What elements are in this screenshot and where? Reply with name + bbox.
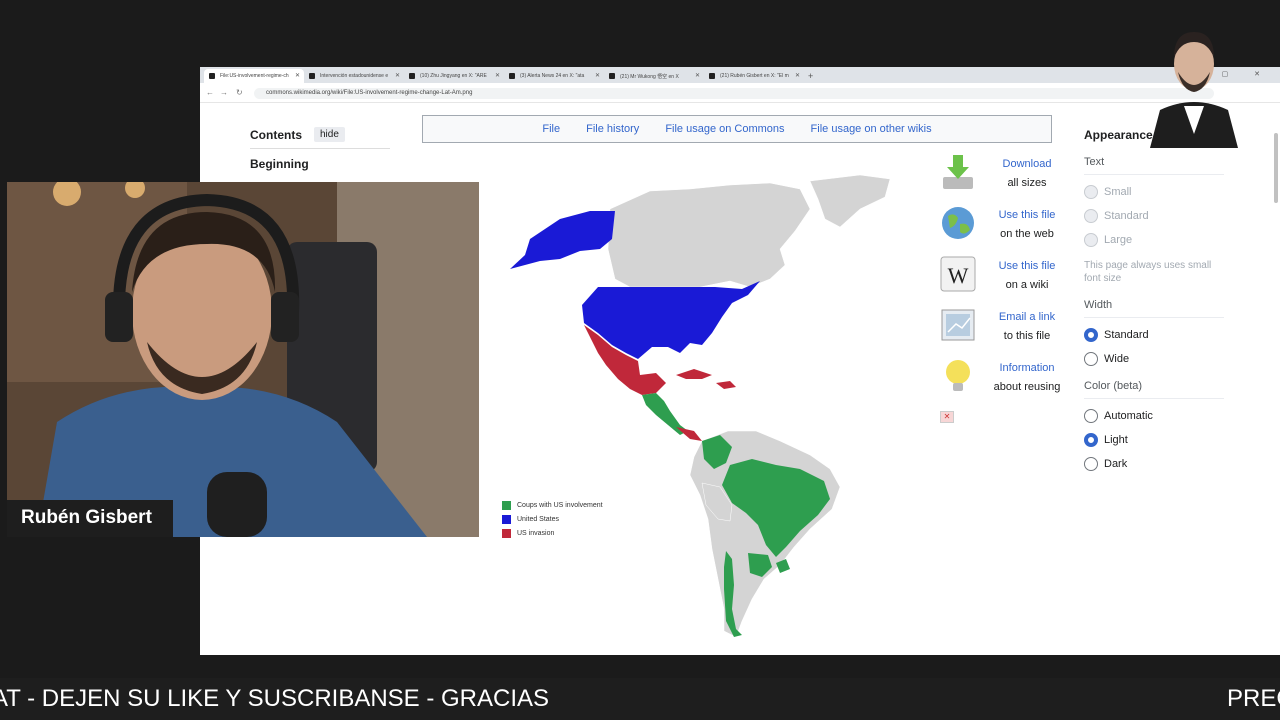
legend-item: United States (502, 515, 603, 524)
favicon-icon (309, 73, 315, 79)
appearance-panel: Appearance hide Text Small Standard Larg… (1084, 127, 1224, 471)
greenland-shape (809, 174, 891, 228)
radio-indicator (1084, 233, 1098, 247)
hispaniola-shape (716, 381, 736, 389)
radio-indicator (1084, 352, 1098, 366)
tab-file-usage-other-wikis[interactable]: File usage on other wikis (811, 123, 932, 135)
close-tab-icon[interactable]: ✕ (295, 72, 300, 79)
alaska-shape (510, 211, 615, 269)
ticker-text: AT - DEJEN SU LIKE Y SUSCRIBANSE - GRACI… (0, 685, 550, 712)
tab-bar: File:US-involvement-regime-ch ✕ Intervenc… (200, 67, 1280, 83)
use-on-web-action[interactable]: Use this file on the web (938, 204, 1068, 255)
address-bar-row: ← → ↻ commons.wikimedia.org/wiki/File:US… (200, 83, 1280, 103)
file-tabs: File File history File usage on Commons … (422, 115, 1052, 143)
favicon-icon (609, 73, 615, 79)
legend-swatch-us (502, 515, 511, 524)
close-tab-icon[interactable]: ✕ (795, 72, 800, 79)
url-field[interactable]: commons.wikimedia.org/wiki/File:US-invol… (254, 88, 1214, 99)
radio-indicator (1084, 209, 1098, 223)
radio-indicator (1084, 185, 1098, 199)
forward-icon[interactable]: → (220, 88, 228, 97)
webcam-feed (7, 182, 479, 537)
email-icon (941, 309, 975, 341)
color-dark-radio[interactable]: Dark (1084, 457, 1224, 471)
globe-icon (942, 207, 974, 239)
download-icon (943, 155, 973, 189)
download-action[interactable]: Download all sizes (938, 153, 1068, 204)
browser-tab[interactable]: (10) Zhu Jingyang en X: "ARE ✕ (404, 69, 504, 83)
favicon-icon (709, 73, 715, 79)
tab-file-usage-commons[interactable]: File usage on Commons (665, 123, 784, 135)
divider (250, 148, 390, 149)
svg-text:W: W (948, 263, 969, 288)
width-standard-radio[interactable]: Standard (1084, 328, 1224, 342)
wikipedia-icon: W (940, 256, 976, 292)
reuse-info-action[interactable]: Information about reusing (938, 357, 1068, 408)
cuba-shape (676, 369, 712, 379)
webcam-name-label: Rubén Gisbert (7, 500, 173, 537)
favicon-icon (409, 73, 415, 79)
radio-indicator (1084, 457, 1098, 471)
radio-indicator-selected (1084, 328, 1098, 342)
text-size-note: This page always uses small font size (1084, 260, 1212, 284)
scrolling-ticker: AT - DEJEN SU LIKE Y SUSCRIBANSE - GRACI… (0, 678, 1280, 720)
toc-title: Contents (250, 127, 302, 142)
close-tab-icon[interactable]: ✕ (495, 72, 500, 79)
color-section-label: Color (beta) (1084, 380, 1224, 399)
broken-image-icon: ✕ (940, 411, 954, 423)
legend-swatch-invasion (502, 529, 511, 538)
tab-file[interactable]: File (542, 123, 560, 135)
legend-swatch-coups (502, 501, 511, 510)
reload-icon[interactable]: ↻ (236, 88, 243, 97)
toc-item-beginning[interactable]: Beginning (250, 157, 390, 171)
browser-tab[interactable]: (21) Mr Wukong 悟空 en X ✕ (604, 69, 704, 83)
ticker-next-text: PREC (1227, 685, 1280, 712)
map-legend: Coups with US involvement United States … (502, 501, 603, 543)
table-of-contents: Contents hide Beginning (250, 127, 390, 171)
favicon-icon (509, 73, 515, 79)
presenter-avatar (1150, 32, 1238, 148)
browser-tab[interactable]: Intervención estadounidense e ✕ (304, 69, 404, 83)
browser-tab[interactable]: (21) Rubén Gisbert en X: "El m ✕ (704, 69, 804, 83)
appearance-title: Appearance (1084, 127, 1153, 142)
legend-item: US invasion (502, 529, 603, 538)
favicon-icon (209, 73, 215, 79)
close-tab-icon[interactable]: ✕ (395, 72, 400, 79)
text-section-label: Text (1084, 156, 1224, 175)
legend-item: Coups with US involvement (502, 501, 603, 510)
stream-stage: File:US-involvement-regime-ch ✕ Intervenc… (0, 0, 1280, 720)
browser-tab[interactable]: (3) Alerta News 24 en X: "ata ✕ (504, 69, 604, 83)
email-link-action[interactable]: Email a link to this file (938, 306, 1068, 357)
use-on-wiki-action[interactable]: W Use this file on a wiki (938, 255, 1068, 306)
file-actions: Download all sizes Use this file on the we… (938, 153, 1068, 408)
color-automatic-radio[interactable]: Automatic (1084, 409, 1224, 423)
lightbulb-icon (946, 360, 970, 391)
width-section-label: Width (1084, 299, 1224, 318)
page-scrollbar[interactable] (1274, 133, 1278, 203)
back-icon[interactable]: ← (206, 88, 214, 97)
radio-indicator (1084, 409, 1098, 423)
close-tab-icon[interactable]: ✕ (695, 72, 700, 79)
color-light-radio[interactable]: Light (1084, 433, 1224, 447)
new-tab-button[interactable]: + (808, 69, 813, 83)
close-tab-icon[interactable]: ✕ (595, 72, 600, 79)
toc-hide-button[interactable]: hide (314, 127, 345, 142)
width-wide-radio[interactable]: Wide (1084, 352, 1224, 366)
canada-shape (607, 182, 811, 288)
webcam-person-image (7, 182, 479, 537)
text-size-standard-radio: Standard (1084, 209, 1224, 223)
text-size-large-radio: Large (1084, 233, 1224, 247)
radio-indicator-selected (1084, 433, 1098, 447)
browser-tab[interactable]: File:US-involvement-regime-ch ✕ (204, 69, 304, 83)
text-size-small-radio: Small (1084, 185, 1224, 199)
tab-file-history[interactable]: File history (586, 123, 639, 135)
americas-map-image (510, 174, 891, 638)
